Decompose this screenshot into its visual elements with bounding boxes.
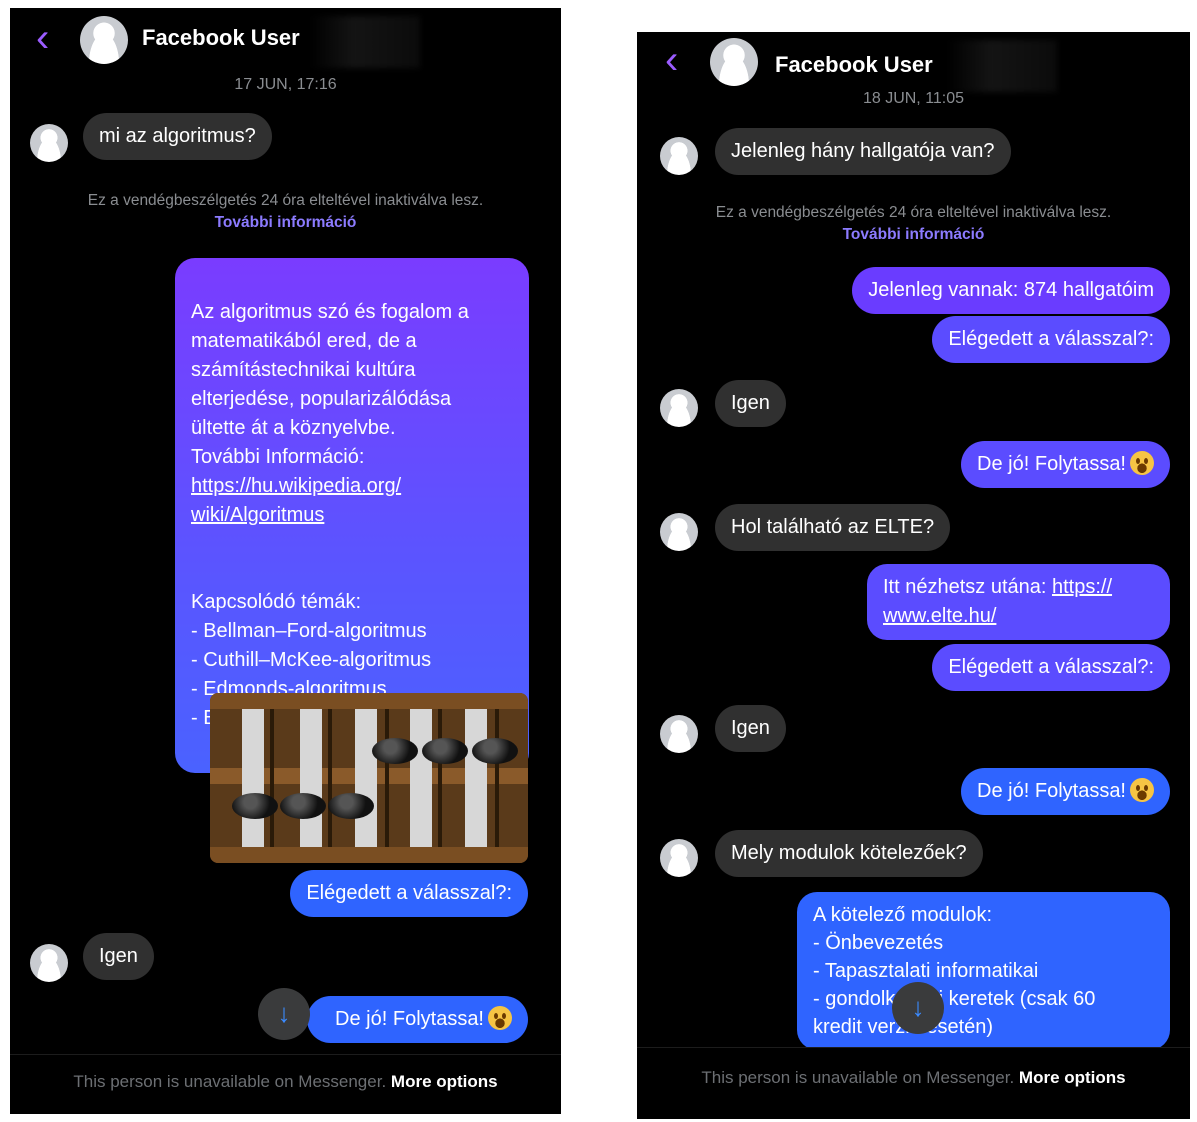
outgoing-message[interactable]: De jó! Folytassa! [961, 768, 1170, 815]
redacted-area [310, 16, 420, 68]
sender-avatar [660, 839, 698, 877]
notice-text: Ez a vendégbeszélgetés 24 óra elteltével… [87, 192, 484, 209]
timestamp: 17 JUN, 17:16 [234, 76, 337, 93]
more-options-link[interactable]: More options [1019, 1068, 1126, 1087]
back-chevron-icon[interactable]: ‹ [665, 40, 678, 80]
right-chat-screen: ‹ Facebook User 18 JUN, 11:05 Jelenleg h… [637, 32, 1190, 1119]
grinning-face-emoji-icon [1130, 451, 1154, 475]
unavailable-text: This person is unavailable on Messenger. [73, 1072, 387, 1091]
sender-avatar [660, 389, 698, 427]
left-chat-screen: ‹ Facebook User 17 JUN, 17:16 mi az algo… [10, 8, 561, 1114]
outgoing-message[interactable]: Elégedett a válasszal?: [290, 870, 528, 917]
contact-name[interactable]: Facebook User [142, 25, 300, 51]
outgoing-message[interactable]: Jelenleg vannak: 874 hallgatóim [852, 267, 1170, 314]
chat-footer: This person is unavailable on Messenger.… [10, 1054, 561, 1114]
incoming-message[interactable]: mi az algoritmus? [83, 113, 272, 160]
grinning-face-emoji-icon [488, 1006, 512, 1030]
guest-notice: Ez a vendégbeszélgetés 24 óra elteltével… [637, 202, 1190, 246]
outgoing-message[interactable]: De jó! Folytassa! [307, 996, 528, 1043]
back-chevron-icon[interactable]: ‹ [36, 18, 49, 58]
abacus-image[interactable] [210, 693, 528, 863]
outgoing-message-modules[interactable]: A kötelező modulok: - Önbevezetés - Tapa… [797, 892, 1170, 1050]
message-text: De jó! Folytassa! [335, 1008, 484, 1030]
incoming-message[interactable]: Hol található az ELTE? [715, 504, 951, 551]
outgoing-message[interactable]: Elégedett a válasszal?: [932, 644, 1170, 691]
more-info-link[interactable]: További információ [10, 212, 561, 234]
message-text: Az algoritmus szó és fogalom a matematik… [191, 301, 469, 468]
outgoing-message[interactable]: De jó! Folytassa! [961, 441, 1170, 488]
outgoing-message[interactable]: Elégedett a válasszal?: [932, 316, 1170, 363]
chat-header: ‹ Facebook User [637, 32, 1190, 92]
more-options-link[interactable]: More options [391, 1072, 498, 1091]
incoming-message[interactable]: Igen [715, 705, 786, 752]
redacted-area [947, 40, 1057, 92]
incoming-message[interactable]: Igen [83, 933, 154, 980]
unavailable-text: This person is unavailable on Messenger. [701, 1068, 1015, 1087]
sender-avatar [660, 715, 698, 753]
sender-avatar [660, 137, 698, 175]
sender-avatar [30, 944, 68, 982]
incoming-message[interactable]: Igen [715, 380, 786, 427]
guest-notice: Ez a vendégbeszélgetés 24 óra elteltével… [10, 190, 561, 234]
message-text: Itt nézhetsz utána: [883, 576, 1052, 598]
contact-name[interactable]: Facebook User [775, 52, 933, 78]
message-text: De jó! Folytassa! [977, 453, 1126, 475]
grinning-face-emoji-icon [1130, 778, 1154, 802]
contact-avatar[interactable] [80, 16, 128, 64]
outgoing-message[interactable]: Itt nézhetsz utána: https:// www.elte.hu… [867, 564, 1170, 640]
wikipedia-link[interactable]: https://hu.wikipedia.org/ wiki/Algoritmu… [191, 472, 513, 530]
contact-avatar[interactable] [710, 38, 758, 86]
more-info-link[interactable]: További információ [637, 224, 1190, 246]
message-text: De jó! Folytassa! [977, 780, 1126, 802]
timestamp: 18 JUN, 11:05 [862, 90, 965, 107]
sender-avatar [30, 124, 68, 162]
sender-avatar [660, 513, 698, 551]
incoming-message[interactable]: Jelenleg hány hallgatója van? [715, 128, 1011, 175]
scroll-down-arrow-icon[interactable]: ↓ [258, 988, 310, 1040]
incoming-message[interactable]: Mely modulok kötelezőek? [715, 830, 983, 877]
scroll-down-arrow-icon[interactable]: ↓ [892, 982, 944, 1034]
notice-text: Ez a vendégbeszélgetés 24 óra elteltével… [715, 204, 1112, 221]
chat-header: ‹ Facebook User [10, 8, 561, 68]
chat-footer: This person is unavailable on Messenger.… [637, 1047, 1190, 1119]
